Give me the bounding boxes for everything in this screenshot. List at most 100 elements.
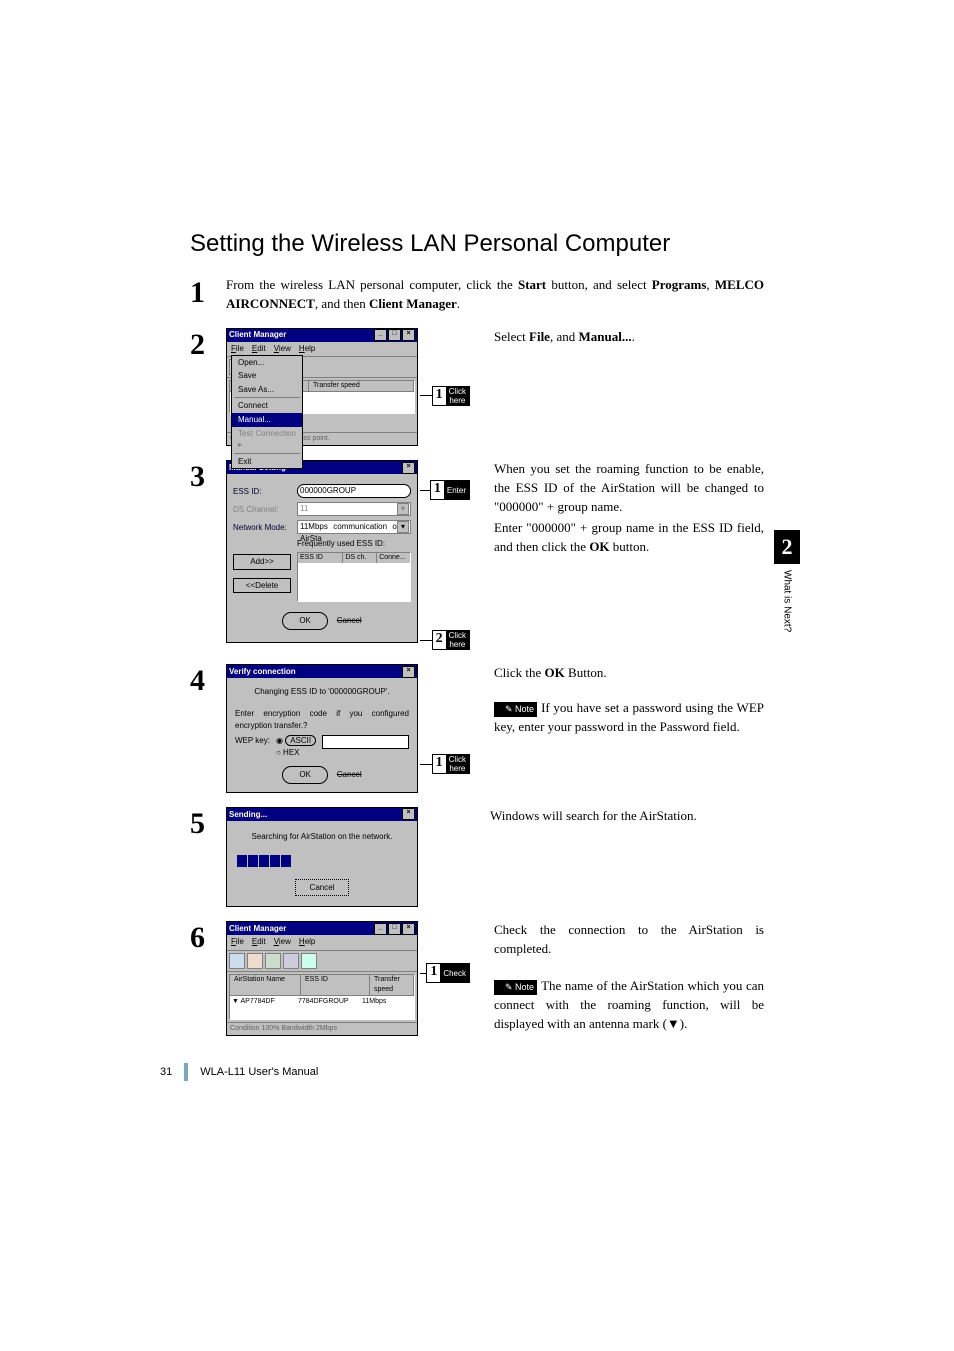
manual-name: WLA-L11 User's Manual bbox=[200, 1066, 318, 1078]
text: , and bbox=[550, 329, 579, 344]
kw-client-manager: Client Manager bbox=[369, 296, 457, 311]
toolbar-button[interactable] bbox=[301, 953, 317, 969]
text: button, and select bbox=[546, 277, 652, 292]
kw-start: Start bbox=[518, 277, 546, 292]
menu-save-as[interactable]: Save As... bbox=[232, 383, 302, 397]
ok-button[interactable]: OK bbox=[282, 766, 328, 784]
text: When you set the roaming function to be … bbox=[494, 460, 764, 517]
titlebar: Client Manager _ □ × bbox=[227, 922, 417, 935]
chapter-number: 2 bbox=[774, 530, 800, 564]
callout-click-here: 1 Clickhere bbox=[432, 754, 470, 774]
ap-speed: 11Mbps bbox=[360, 997, 414, 1007]
text: From the wireless LAN personal computer,… bbox=[226, 277, 518, 292]
menu-help[interactable]: Help bbox=[299, 343, 315, 355]
toolbar-button[interactable] bbox=[283, 953, 299, 969]
prompt-text: Enter encryption code if you configured … bbox=[235, 708, 409, 731]
menu-connect[interactable]: Connect bbox=[232, 399, 302, 413]
step-6: 6 Client Manager _ □ × bbox=[190, 921, 764, 1036]
chapter-label: What is Next? bbox=[782, 570, 793, 632]
titlebar: Verify connection × bbox=[227, 665, 417, 678]
footer-divider bbox=[184, 1063, 188, 1081]
ds-channel-label: DS Channel: bbox=[233, 504, 291, 516]
wep-input[interactable] bbox=[322, 735, 409, 749]
menu-exit[interactable]: Exit bbox=[232, 455, 302, 469]
close-icon[interactable]: × bbox=[402, 329, 415, 341]
step-number: 6 bbox=[190, 921, 226, 953]
menu-help[interactable]: Help bbox=[299, 936, 315, 948]
cancel-button[interactable]: Cancel bbox=[337, 616, 362, 625]
toolbar-button[interactable] bbox=[265, 953, 281, 969]
callout-click-here: 1 Clickhere bbox=[432, 386, 470, 406]
cancel-button[interactable]: Cancel bbox=[295, 879, 350, 897]
add-button[interactable]: Add>> bbox=[233, 554, 291, 570]
step-number: 4 bbox=[190, 664, 226, 696]
toolbar-button[interactable] bbox=[229, 953, 245, 969]
ess-id-label: ESS ID: bbox=[233, 486, 291, 498]
text: Select bbox=[494, 329, 529, 344]
toolbar-button[interactable] bbox=[247, 953, 263, 969]
window-title: Verify connection bbox=[229, 666, 296, 678]
callout-click-here: 2 Clickhere bbox=[432, 630, 470, 650]
minimize-icon[interactable]: _ bbox=[374, 923, 387, 935]
wep-label: WEP key: bbox=[235, 735, 270, 747]
step-5: 5 Sending... × Searching for AirStation … bbox=[190, 807, 764, 907]
minimize-icon[interactable]: _ bbox=[374, 329, 387, 341]
close-icon[interactable]: × bbox=[402, 462, 415, 474]
menu-view[interactable]: View bbox=[274, 936, 291, 948]
menu-edit[interactable]: Edit bbox=[252, 936, 266, 948]
menu-save[interactable]: Save bbox=[232, 369, 302, 383]
text: , and then bbox=[315, 296, 369, 311]
radio-hex[interactable]: ○ HEX bbox=[276, 747, 316, 759]
step-number: 3 bbox=[190, 460, 226, 492]
maximize-icon[interactable]: □ bbox=[388, 923, 401, 935]
network-mode-label: Network Mode: bbox=[233, 522, 291, 534]
col-conn: Conne... bbox=[377, 553, 410, 563]
menu-view[interactable]: View bbox=[274, 343, 291, 355]
step-3: 3 Manual Setting × ESS ID: bbox=[190, 460, 764, 650]
col-essid: ESS ID bbox=[301, 975, 370, 995]
ds-channel-select[interactable]: 11 bbox=[297, 502, 411, 516]
page-footer: 31 WLA-L11 User's Manual bbox=[160, 1063, 318, 1081]
text: . bbox=[457, 296, 460, 311]
titlebar: Sending... × bbox=[227, 808, 417, 821]
col-name: AirStation Name bbox=[230, 975, 301, 995]
kw-file: File bbox=[529, 329, 550, 344]
file-dropdown: Open... Save Save As... Connect Manual..… bbox=[231, 355, 303, 470]
col-ds: DS ch. bbox=[343, 553, 377, 563]
text: button. bbox=[610, 539, 650, 554]
close-icon[interactable]: × bbox=[402, 923, 415, 935]
maximize-icon[interactable]: □ bbox=[388, 329, 401, 341]
ess-id-input[interactable]: 000000GROUP bbox=[297, 484, 411, 498]
menu-manual[interactable]: Manual... bbox=[232, 413, 302, 427]
radio-ascii[interactable]: ◉ ASCII bbox=[276, 735, 316, 747]
menu-open[interactable]: Open... bbox=[232, 356, 302, 370]
close-icon[interactable]: × bbox=[402, 666, 415, 678]
step-4: 4 Verify connection × Changing ESS ID to… bbox=[190, 664, 764, 793]
close-icon[interactable]: × bbox=[402, 808, 415, 820]
ap-list: AirStation Name ESS ID Transfer speed ▼ … bbox=[229, 974, 415, 1020]
menu-file[interactable]: File bbox=[231, 343, 244, 355]
callout-check: 1 Check bbox=[426, 963, 470, 983]
ok-button[interactable]: OK bbox=[282, 612, 328, 630]
step-number: 5 bbox=[190, 807, 226, 839]
manual-setting-window: Manual Setting × ESS ID: 000000GROUP bbox=[226, 460, 418, 642]
ap-name[interactable]: ▼ AP7784DF bbox=[230, 997, 296, 1007]
window-title: Sending... bbox=[229, 809, 267, 821]
kw-ok: OK bbox=[545, 665, 565, 680]
menu-test-connection[interactable]: Test Connection ▸ bbox=[232, 427, 302, 452]
text: Check the connection to the AirStation i… bbox=[494, 921, 764, 959]
progress-bar bbox=[237, 855, 407, 867]
client-manager-window: Client Manager _ □ × File Edit View Help bbox=[226, 328, 418, 447]
cancel-button[interactable]: Cancel bbox=[337, 770, 362, 779]
text: Click the bbox=[494, 665, 545, 680]
col-speed: Transfer speed bbox=[309, 381, 414, 391]
menu-edit[interactable]: Edit bbox=[252, 343, 266, 355]
menu-file[interactable]: File bbox=[231, 936, 244, 948]
step-1: 1 From the wireless LAN personal compute… bbox=[190, 276, 764, 314]
section-title: Setting the Wireless LAN Personal Comput… bbox=[190, 230, 764, 258]
toolbar bbox=[227, 950, 417, 972]
sending-window: Sending... × Searching for AirStation on… bbox=[226, 807, 418, 907]
window-title: Client Manager bbox=[229, 329, 286, 341]
network-mode-select[interactable]: 11Mbps communication over AirSta bbox=[297, 520, 411, 534]
delete-button[interactable]: <<Delete bbox=[233, 578, 291, 594]
